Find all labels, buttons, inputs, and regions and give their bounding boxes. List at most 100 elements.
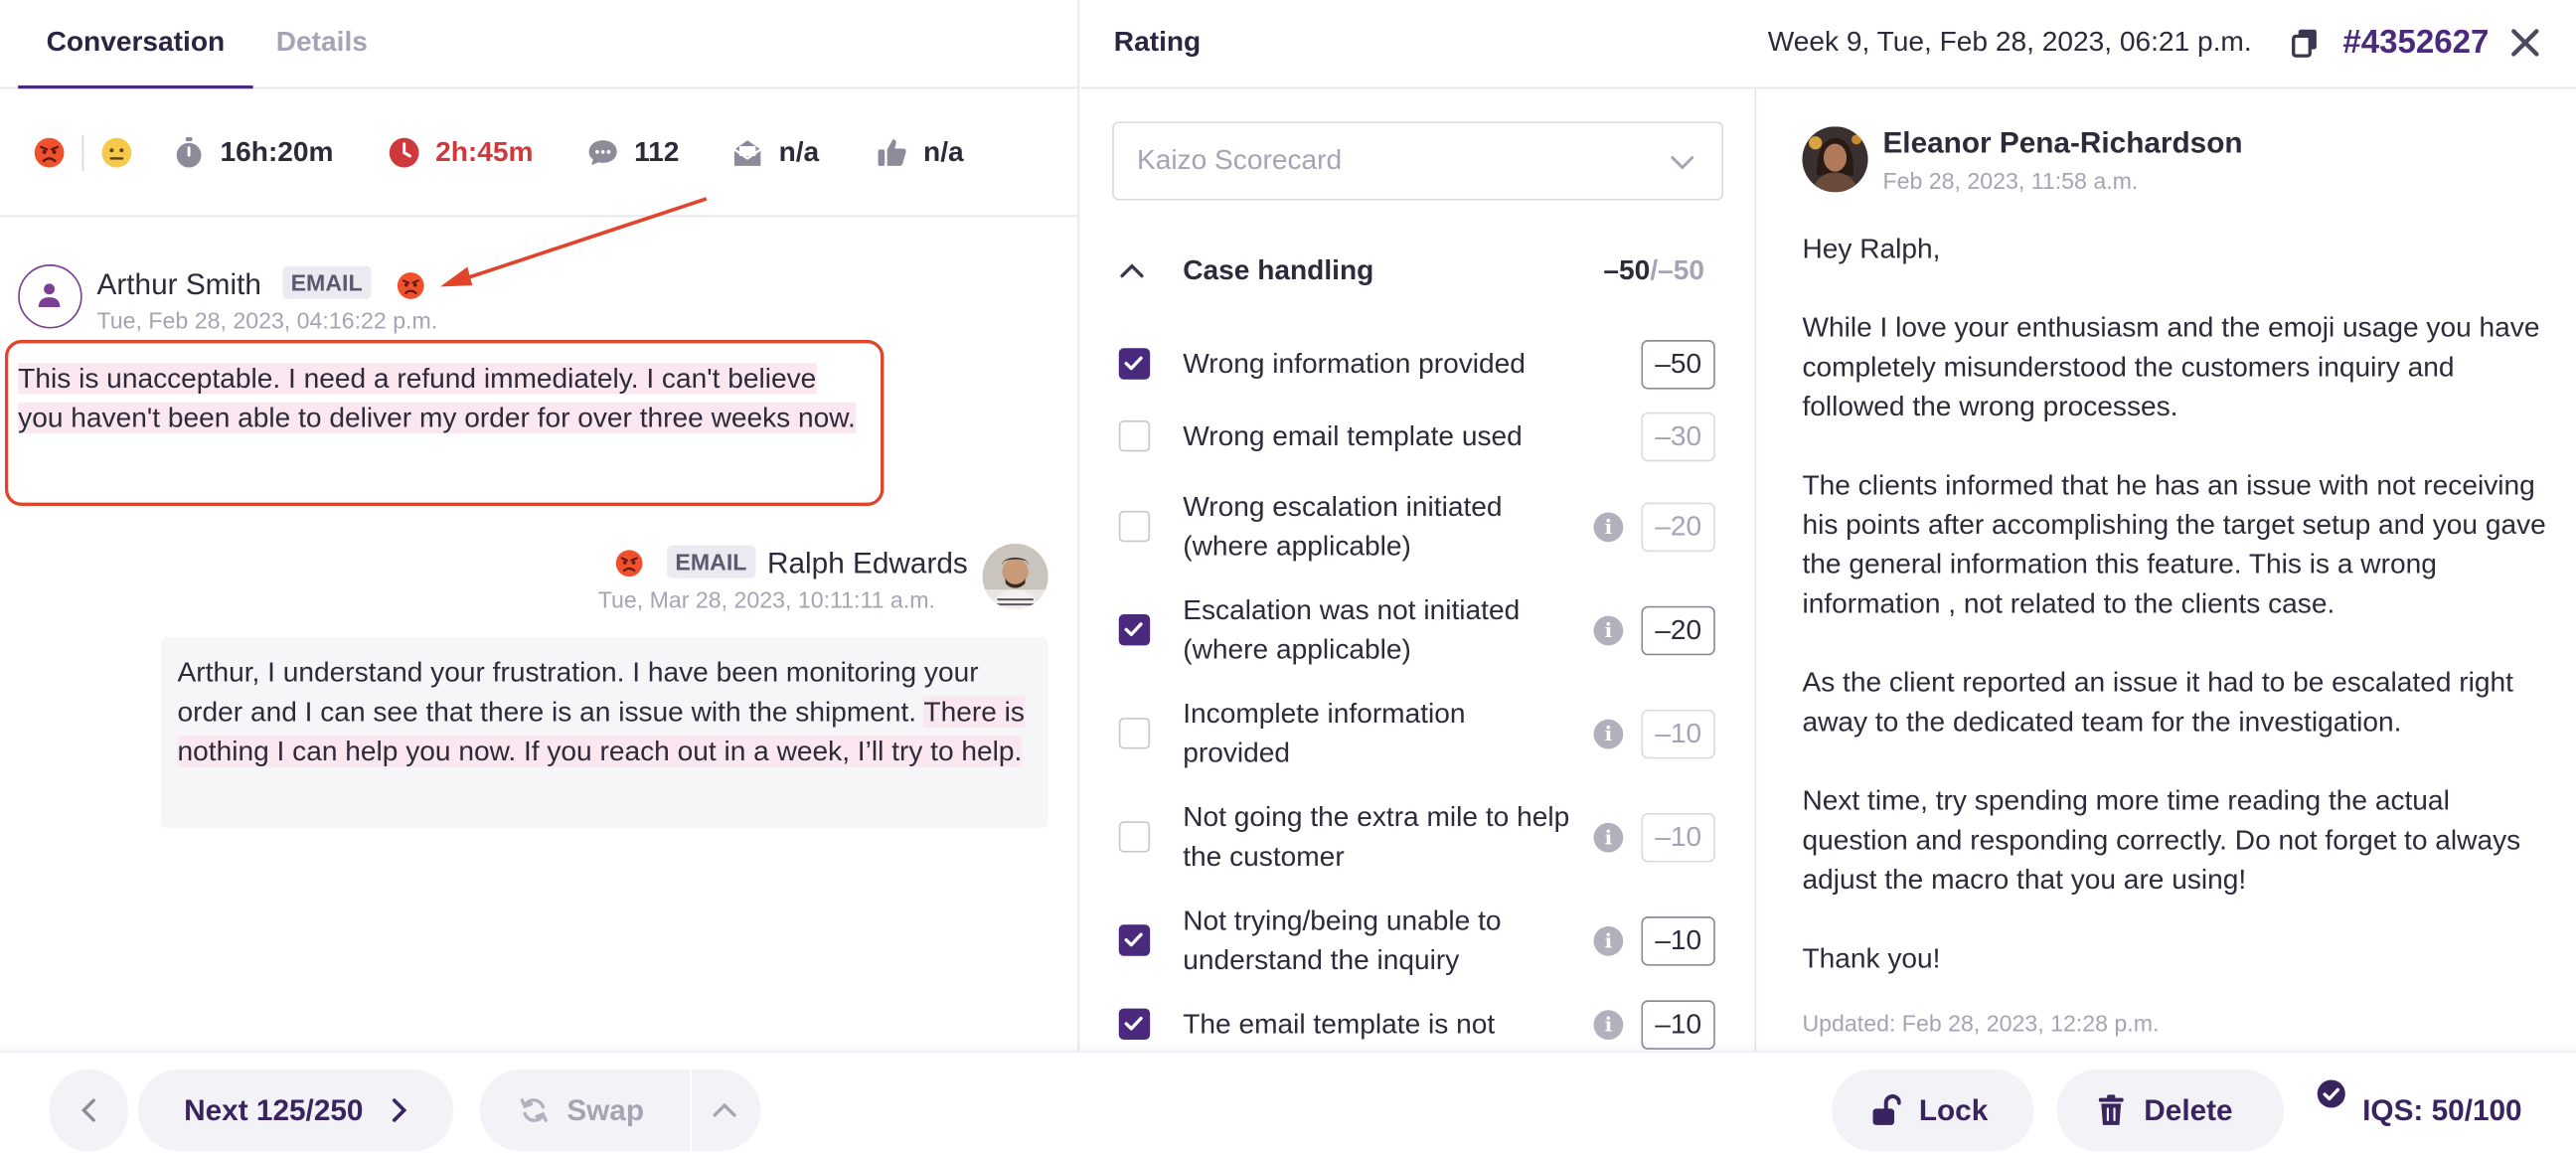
bottom-toolbar: Next 125/250 Swap Lock Delete IQS: 50/10… — [0, 1051, 2576, 1153]
criterion-checkbox[interactable] — [1118, 510, 1151, 543]
info-icon[interactable]: i — [1593, 1010, 1624, 1040]
chevron-up-icon[interactable] — [1119, 257, 1145, 283]
feedback-paragraph: As the client reported an issue it had t… — [1802, 666, 2513, 738]
info-icon[interactable]: i — [1593, 822, 1624, 853]
stopwatch-icon — [176, 136, 202, 168]
next-button[interactable]: Next 125/250 — [137, 1069, 454, 1152]
checkmark-icon — [1124, 1016, 1143, 1031]
criterion-label: Not trying/being unable to understand th… — [1183, 905, 1502, 976]
lock-label: Lock — [1918, 1093, 1989, 1127]
checkmark-icon — [1124, 932, 1143, 947]
reviewer-avatar — [1802, 126, 1868, 193]
customer-avatar — [18, 264, 82, 329]
info-icon[interactable]: i — [1593, 615, 1624, 646]
criterion-points[interactable]: –20 — [1641, 605, 1715, 656]
agent-message: Arthur, I understand your frustration. I… — [177, 654, 1041, 772]
criterion-checkbox[interactable] — [1118, 348, 1151, 380]
section-title[interactable]: Case handling — [1183, 249, 1373, 292]
chevron-right-icon — [392, 1098, 407, 1122]
criterion-points[interactable]: –10 — [1641, 1000, 1715, 1050]
feedback-paragraph: While I love your enthusiasm and the emo… — [1802, 311, 2540, 422]
criterion-checkbox[interactable] — [1118, 613, 1151, 646]
copy-icon[interactable] — [2290, 28, 2320, 58]
rating-title: Rating — [1113, 26, 1202, 58]
criterion-label: Wrong escalation initiated (where applic… — [1183, 491, 1503, 563]
section-score-total: /–50 — [1650, 254, 1705, 286]
criterion-checkbox[interactable] — [1118, 924, 1151, 956]
feedback-paragraph: Next time, try spending more time readin… — [1802, 784, 2521, 896]
criterion-checkbox[interactable] — [1118, 718, 1151, 749]
rating-header: Rating Week 9, Tue, Feb 28, 2023, 06:21 … — [1080, 0, 2576, 89]
criterion-label: The email template is not — [1183, 1008, 1496, 1040]
feedback-pane: Eleanor Pena-Richardson Feb 28, 2023, 11… — [1758, 88, 2576, 1051]
feedback-paragraph: The clients informed that he has an issu… — [1802, 469, 2546, 619]
mail-open-icon — [733, 140, 762, 166]
info-icon[interactable]: i — [1593, 719, 1624, 749]
swap-icon — [520, 1098, 548, 1122]
swap-button[interactable]: Swap — [479, 1069, 691, 1152]
lock-button[interactable]: Lock — [1832, 1069, 2034, 1152]
clock-alert-icon — [389, 137, 419, 168]
criterion-checkbox[interactable] — [1118, 1008, 1151, 1040]
criterion-points[interactable]: –10 — [1641, 916, 1715, 966]
feedback-timestamp: Feb 28, 2023, 11:58 a.m. — [1882, 167, 2139, 194]
resolution-time: 2h:45m — [435, 136, 534, 168]
swap-menu-button[interactable] — [691, 1069, 761, 1152]
conversation-pane: 16h:20m 2h:45m 112 n/a n/a Arthur Smith … — [0, 0, 1080, 1052]
message-timestamp: Tue, Mar 28, 2023, 10:11:11 a.m. — [597, 585, 935, 613]
thumbs-up-icon — [878, 139, 906, 166]
trash-icon — [2098, 1094, 2124, 1125]
stats-divider — [81, 134, 84, 171]
agent-avatar — [982, 543, 1048, 610]
criterion-points[interactable]: –20 — [1641, 502, 1715, 553]
swap-label: Swap — [566, 1093, 645, 1127]
scorecard-select-value: Kaizo Scorecard — [1136, 144, 1343, 176]
feedback-paragraph: Thank you! — [1802, 942, 1941, 974]
rating-value: n/a — [923, 136, 964, 168]
person-icon — [38, 283, 61, 307]
angry-emoji-icon[interactable] — [33, 136, 66, 169]
message-timestamp: Tue, Feb 28, 2023, 04:16:22 p.m. — [96, 306, 438, 334]
csat-value: n/a — [778, 136, 820, 168]
criterion-points[interactable]: –10 — [1641, 709, 1715, 759]
checkmark-icon — [1124, 356, 1143, 371]
message-text: Arthur, I understand your frustration. I… — [177, 656, 979, 729]
ticket-date: Week 9, Tue, Feb 28, 2023, 06:21 p.m. — [1767, 26, 2252, 58]
reviewer-photo — [1802, 126, 1868, 193]
checkmark-icon — [1124, 622, 1143, 636]
iqs-score: IQS: 50/100 — [2362, 1093, 2522, 1127]
ticket-id[interactable]: #4352627 — [2342, 0, 2489, 85]
criterion-points[interactable]: –10 — [1641, 812, 1715, 863]
criterion-points[interactable]: –50 — [1641, 340, 1715, 390]
check-circle-icon — [2317, 1079, 2345, 1108]
scorecard-select[interactable]: Kaizo Scorecard — [1112, 121, 1724, 201]
angry-emoji-icon — [397, 272, 424, 299]
feedback-text: Hey Ralph, While I love your enthusiasm … — [1802, 230, 2549, 1018]
channel-badge: EMAIL — [282, 265, 371, 299]
criterion-checkbox[interactable] — [1118, 420, 1151, 452]
feedback-updated: Updated: Feb 28, 2023, 12:28 p.m. — [1802, 1010, 2160, 1037]
criterion-checkbox[interactable] — [1118, 821, 1151, 853]
feedback-paragraph: Hey Ralph, — [1802, 233, 1941, 265]
reviewer-name: Eleanor Pena-Richardson — [1882, 126, 2243, 160]
info-icon[interactable]: i — [1593, 512, 1624, 543]
criterion-points[interactable]: –30 — [1641, 412, 1715, 462]
chevron-up-icon — [713, 1102, 736, 1117]
app-window: Conversation Details Rating Week 9, Tue,… — [0, 0, 2576, 1153]
criterion-label: Not going the extra mile to help the cus… — [1183, 801, 1570, 873]
agent-photo — [982, 543, 1048, 610]
info-icon[interactable]: i — [1593, 925, 1624, 956]
handle-time: 16h:20m — [220, 136, 334, 168]
section-score-current: –50 — [1603, 254, 1651, 286]
message-count: 112 — [634, 136, 680, 168]
chevron-down-icon — [1671, 156, 1694, 170]
angry-emoji-icon — [615, 550, 643, 577]
criterion-label: Wrong email template used — [1183, 420, 1523, 452]
previous-button[interactable] — [49, 1069, 128, 1152]
annotation-arrow-icon — [440, 197, 708, 287]
neutral-emoji-icon[interactable] — [100, 136, 133, 169]
delete-button[interactable]: Delete — [2056, 1069, 2284, 1152]
chat-bubble-icon — [588, 140, 617, 166]
close-icon[interactable] — [2508, 26, 2541, 59]
unlock-icon — [1872, 1094, 1901, 1125]
